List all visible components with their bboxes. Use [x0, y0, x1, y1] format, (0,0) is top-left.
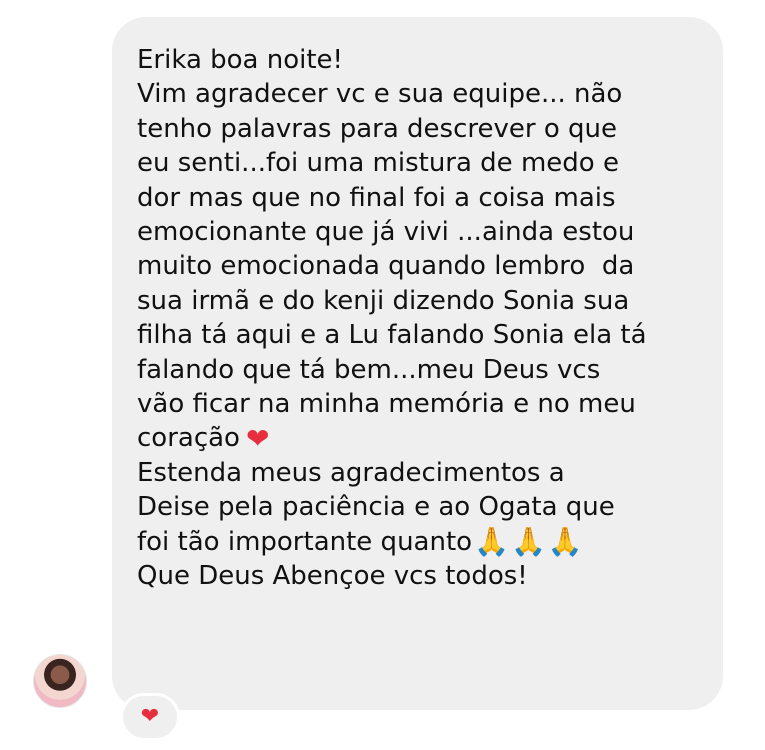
message-line: Erika boa noite!	[137, 45, 343, 75]
message-text: Erika boa noite! Vim agradecer vc e sua …	[137, 43, 703, 594]
folded-hands-icon: 🙏	[547, 525, 583, 559]
message-line: Deise pela paciência e ao Ogata que	[137, 492, 615, 523]
message-line: Estenda meus agradecimentos a	[137, 457, 565, 488]
message-line: eu senti...foi uma mistura de medo e	[137, 148, 619, 179]
message-line: muito emocionada quando lembro da	[137, 251, 635, 282]
message-bubble[interactable]: Erika boa noite! Vim agradecer vc e sua …	[112, 17, 723, 710]
message-line: dor mas que no final foi a coisa mais	[137, 182, 616, 213]
message-line-text: coração	[137, 423, 240, 454]
sender-avatar[interactable]	[33, 654, 87, 708]
message-line: Vim agradecer vc e sua equipe... não	[137, 79, 623, 110]
folded-hands-icon: 🙏	[510, 525, 546, 559]
message-line-with-prayers: foi tão importante quanto🙏🙏🙏	[137, 525, 703, 559]
message-line: sua irmã e do kenji dizendo Sonia sua	[137, 285, 630, 316]
message-line: Que Deus Abençoe vcs todos!	[137, 561, 528, 592]
message-line: tenho palavras para descrever o que	[137, 113, 617, 144]
reaction-badge[interactable]: ❤	[120, 693, 180, 741]
message-line: emocionante que já vivi ...ainda estou	[137, 217, 635, 248]
heart-reaction-icon: ❤	[140, 704, 160, 729]
heart-icon: ❤	[245, 421, 270, 455]
message-line-text: foi tão importante quanto	[137, 526, 473, 557]
message-line: filha tá aqui e a Lu falando Sonia ela t…	[137, 320, 647, 351]
message-line: falando que tá bem...meu Deus vcs	[137, 354, 601, 385]
folded-hands-icon: 🙏	[474, 525, 509, 559]
message-line: vão ficar na minha memória e no meu	[137, 389, 636, 420]
message-line-with-heart: coração ❤	[137, 421, 703, 455]
